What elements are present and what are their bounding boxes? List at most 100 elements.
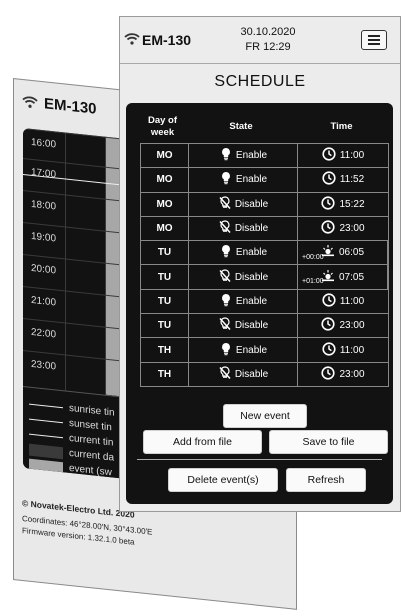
- row-state-label: Disable: [234, 271, 269, 283]
- row-state-label: Disable: [234, 198, 269, 210]
- row-state: Enable: [189, 144, 298, 168]
- day-time: FR 12:29: [245, 41, 291, 53]
- table-row[interactable]: TU Enable 06:05 +00:00: [140, 240, 389, 266]
- date: 30.10.2020: [240, 26, 296, 38]
- row-state-label: Disable: [234, 320, 269, 332]
- wifi-icon: [22, 96, 38, 108]
- table-row[interactable]: TU Disable 07:05 +01:00: [140, 264, 389, 290]
- date-time: 30.10.2020 FR 12:29: [228, 25, 308, 55]
- header-day: Day of week: [147, 115, 178, 138]
- row-time-value: 11:00: [339, 344, 365, 356]
- row-time-value: 23:00: [339, 320, 365, 332]
- row-day: TU: [141, 289, 189, 314]
- row-state-label: Enable: [235, 295, 268, 307]
- row-day: MO: [141, 192, 189, 216]
- row-day: TU: [141, 314, 189, 338]
- row-time-value: 23:00: [339, 223, 365, 235]
- delete-events-button[interactable]: Delete event(s): [168, 468, 278, 492]
- row-time-offset: +01:00: [302, 278, 324, 286]
- row-time-value: 11:00: [339, 295, 365, 307]
- row-state: Disable: [189, 265, 298, 289]
- row-time-value: 15:22: [339, 198, 365, 210]
- row-time: 11:52: [298, 168, 388, 191]
- row-time-value: 11:00: [339, 150, 365, 162]
- clock-icon: [321, 317, 336, 334]
- row-state: Enable: [189, 168, 298, 192]
- table-row[interactable]: TU Disable 23:00: [140, 313, 389, 339]
- add-from-file-button[interactable]: Add from file: [143, 430, 262, 454]
- row-time: 11:00: [298, 144, 388, 167]
- bulb-off-icon: [218, 317, 232, 334]
- row-day: MO: [141, 144, 189, 168]
- row-time-value: 11:52: [339, 174, 365, 186]
- row-state: Enable: [189, 241, 298, 265]
- header-time: Time: [330, 121, 353, 132]
- wifi-icon: [124, 33, 140, 45]
- row-state: Disable: [189, 216, 298, 241]
- row-day: TU: [141, 265, 189, 289]
- row-day: MO: [141, 216, 189, 241]
- table-row[interactable]: TH Enable 11:00: [140, 337, 389, 363]
- table-row[interactable]: TH Disable 23:00: [140, 361, 389, 387]
- table-row[interactable]: MO Enable 11:52: [140, 167, 389, 193]
- table-row[interactable]: MO Enable 11:00: [140, 143, 389, 169]
- row-state-label: Disable: [234, 223, 269, 235]
- front-header: EM-130 30.10.2020 FR 12:29: [120, 17, 400, 64]
- bulb-off-icon: [218, 269, 232, 286]
- menu-button[interactable]: [361, 30, 387, 50]
- row-time: 23:00: [298, 217, 388, 240]
- row-time: 11:00: [298, 338, 388, 361]
- page-title: SCHEDULE: [214, 73, 306, 90]
- row-time: 11:00: [298, 290, 388, 313]
- table-header: Day of week State Time: [139, 113, 386, 141]
- save-to-file-button[interactable]: Save to file: [269, 430, 388, 454]
- row-time: 23:00: [298, 314, 388, 337]
- row-time-value: 07:05: [338, 271, 365, 283]
- schedule-panel: Day of week State Time MO Enable 11:00 MO En…: [126, 103, 393, 504]
- new-event-button[interactable]: New event: [223, 404, 307, 428]
- bulb-on-icon: [219, 147, 233, 164]
- table-row[interactable]: TU Enable 11:00: [140, 288, 389, 315]
- schedule-window: EM-130 30.10.2020 FR 12:29 SCHEDULE Day …: [119, 16, 401, 512]
- hamburger-icon: [368, 35, 380, 37]
- refresh-button[interactable]: Refresh: [286, 468, 366, 492]
- clock-icon: [321, 220, 336, 237]
- row-state-label: Disable: [234, 368, 269, 380]
- row-state-label: Enable: [235, 344, 268, 356]
- header-state: State: [229, 121, 253, 132]
- bulb-on-icon: [219, 171, 233, 188]
- row-time-offset: +00:00: [302, 254, 324, 262]
- row-time-value: 23:00: [339, 368, 365, 380]
- row-time-value: 06:05: [338, 247, 365, 259]
- clock-icon: [322, 171, 336, 188]
- row-day: TH: [141, 338, 189, 362]
- clock-icon: [321, 366, 336, 383]
- device-title: EM-130: [142, 32, 192, 48]
- table-row[interactable]: MO Disable 23:00: [140, 215, 389, 242]
- row-time: 23:00: [298, 363, 388, 386]
- clock-icon: [321, 196, 336, 213]
- bulb-on-icon: [219, 342, 233, 359]
- row-state-label: Enable: [235, 174, 268, 186]
- bulb-off-icon: [218, 366, 232, 383]
- table-row[interactable]: MO Disable 15:22: [140, 191, 389, 217]
- divider: [137, 459, 382, 460]
- row-day: TH: [141, 362, 189, 386]
- row-state: Enable: [189, 338, 298, 362]
- row-state: Enable: [189, 289, 298, 314]
- row-state-label: Enable: [235, 150, 268, 162]
- clock-icon: [322, 293, 336, 310]
- bulb-on-icon: [219, 244, 233, 261]
- row-state: Disable: [189, 362, 298, 386]
- bulb-off-icon: [218, 196, 232, 213]
- row-day: TU: [141, 241, 189, 265]
- bulb-on-icon: [219, 293, 233, 310]
- row-state: Disable: [189, 314, 298, 338]
- bulb-off-icon: [218, 220, 232, 237]
- clock-icon: [322, 147, 336, 164]
- back-title: EM-130: [44, 94, 97, 118]
- schedule-table: MO Enable 11:00 MO Enable 11:52 MO Disable 15:22…: [140, 143, 389, 387]
- row-day: MO: [141, 168, 189, 192]
- row-state-label: Enable: [235, 247, 268, 259]
- clock-icon: [322, 341, 336, 359]
